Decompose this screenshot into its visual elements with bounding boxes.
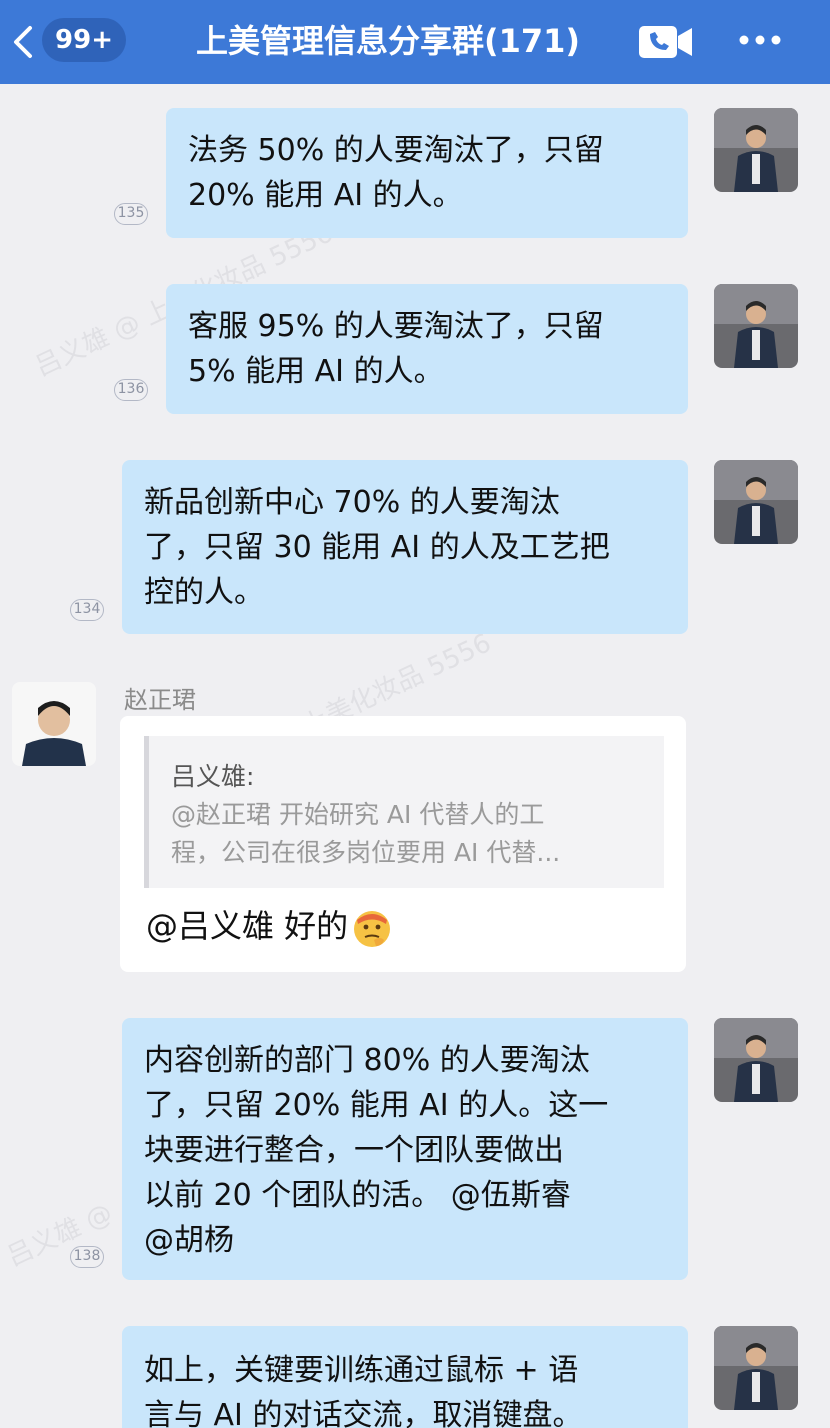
more-icon[interactable] xyxy=(736,30,784,50)
sender-name[interactable]: 赵正珺 xyxy=(124,680,196,715)
read-count[interactable]: 136 xyxy=(114,379,148,401)
read-count[interactable]: 138 xyxy=(70,1246,104,1268)
video-call-icon[interactable] xyxy=(638,20,694,64)
read-count[interactable]: 134 xyxy=(70,599,104,621)
message-line: 内容创新的部门 80% 的人要淘汰 xyxy=(144,1043,590,1078)
read-count[interactable]: 135 xyxy=(114,203,148,225)
message-line: 言与 AI 的对话交流，取消键盘。 xyxy=(144,1398,583,1428)
quote-author: 吕义雄: xyxy=(171,762,255,791)
message-line: 法务 50% 的人要淘汰了，只留 xyxy=(188,133,604,168)
my-avatar[interactable] xyxy=(714,1326,798,1410)
message-line: 如上，关键要训练通过鼠标 + 语 xyxy=(144,1353,579,1388)
message-bubble[interactable]: 新品创新中心 70% 的人要淘汰 了，只留 30 能用 AI 的人及工艺把 控的… xyxy=(122,460,688,634)
sender-avatar[interactable] xyxy=(12,682,96,766)
reply-message-bubble[interactable]: 吕义雄: @赵正珺 开始研究 AI 代替人的工 程，公司在很多岗位要用 AI 代… xyxy=(120,716,686,972)
message-bubble[interactable]: 法务 50% 的人要淘汰了，只留 20% 能用 AI 的人。 xyxy=(166,108,688,238)
back-arrow-icon[interactable] xyxy=(6,22,40,62)
chat-header: 99+ 上美管理信息分享群(171) xyxy=(0,0,830,84)
thinking-emoji-icon xyxy=(354,911,391,947)
quoted-message[interactable]: 吕义雄: @赵正珺 开始研究 AI 代替人的工 程，公司在很多岗位要用 AI 代… xyxy=(144,736,664,888)
my-avatar[interactable] xyxy=(714,108,798,192)
message-line: 新品创新中心 70% 的人要淘汰 xyxy=(144,485,560,520)
message-line: 控的人。 xyxy=(144,575,264,610)
quote-line: @赵正珺 开始研究 AI 代替人的工 xyxy=(171,800,545,829)
reply-text-row: @吕义雄 好的 xyxy=(146,902,394,950)
my-avatar[interactable] xyxy=(714,460,798,544)
message-line: 以前 20 个团队的活。 @伍斯睿 xyxy=(144,1178,571,1213)
group-title[interactable]: 上美管理信息分享群(171) xyxy=(196,16,616,66)
message-bubble[interactable]: 如上，关键要训练通过鼠标 + 语 言与 AI 的对话交流，取消键盘。 xyxy=(122,1326,688,1428)
message-line: 块要进行整合，一个团队要做出 xyxy=(144,1133,564,1168)
message-line: 20% 能用 AI 的人。 xyxy=(188,178,463,213)
message-bubble[interactable]: 内容创新的部门 80% 的人要淘汰 了，只留 20% 能用 AI 的人。这一 块… xyxy=(122,1018,688,1280)
message-bubble[interactable]: 客服 95% 的人要淘汰了，只留 5% 能用 AI 的人。 xyxy=(166,284,688,414)
unread-badge[interactable]: 99+ xyxy=(42,18,126,62)
reply-text: @吕义雄 好的 xyxy=(146,907,349,945)
message-line: 客服 95% 的人要淘汰了，只留 xyxy=(188,309,604,344)
message-line: 了，只留 30 能用 AI 的人及工艺把 xyxy=(144,530,610,565)
quote-line: 程，公司在很多岗位要用 AI 代替... xyxy=(171,838,561,867)
my-avatar[interactable] xyxy=(714,284,798,368)
message-line: 5% 能用 AI 的人。 xyxy=(188,354,444,389)
message-line: @胡杨 xyxy=(144,1223,234,1258)
message-line: 了，只留 20% 能用 AI 的人。这一 xyxy=(144,1088,609,1123)
my-avatar[interactable] xyxy=(714,1018,798,1102)
